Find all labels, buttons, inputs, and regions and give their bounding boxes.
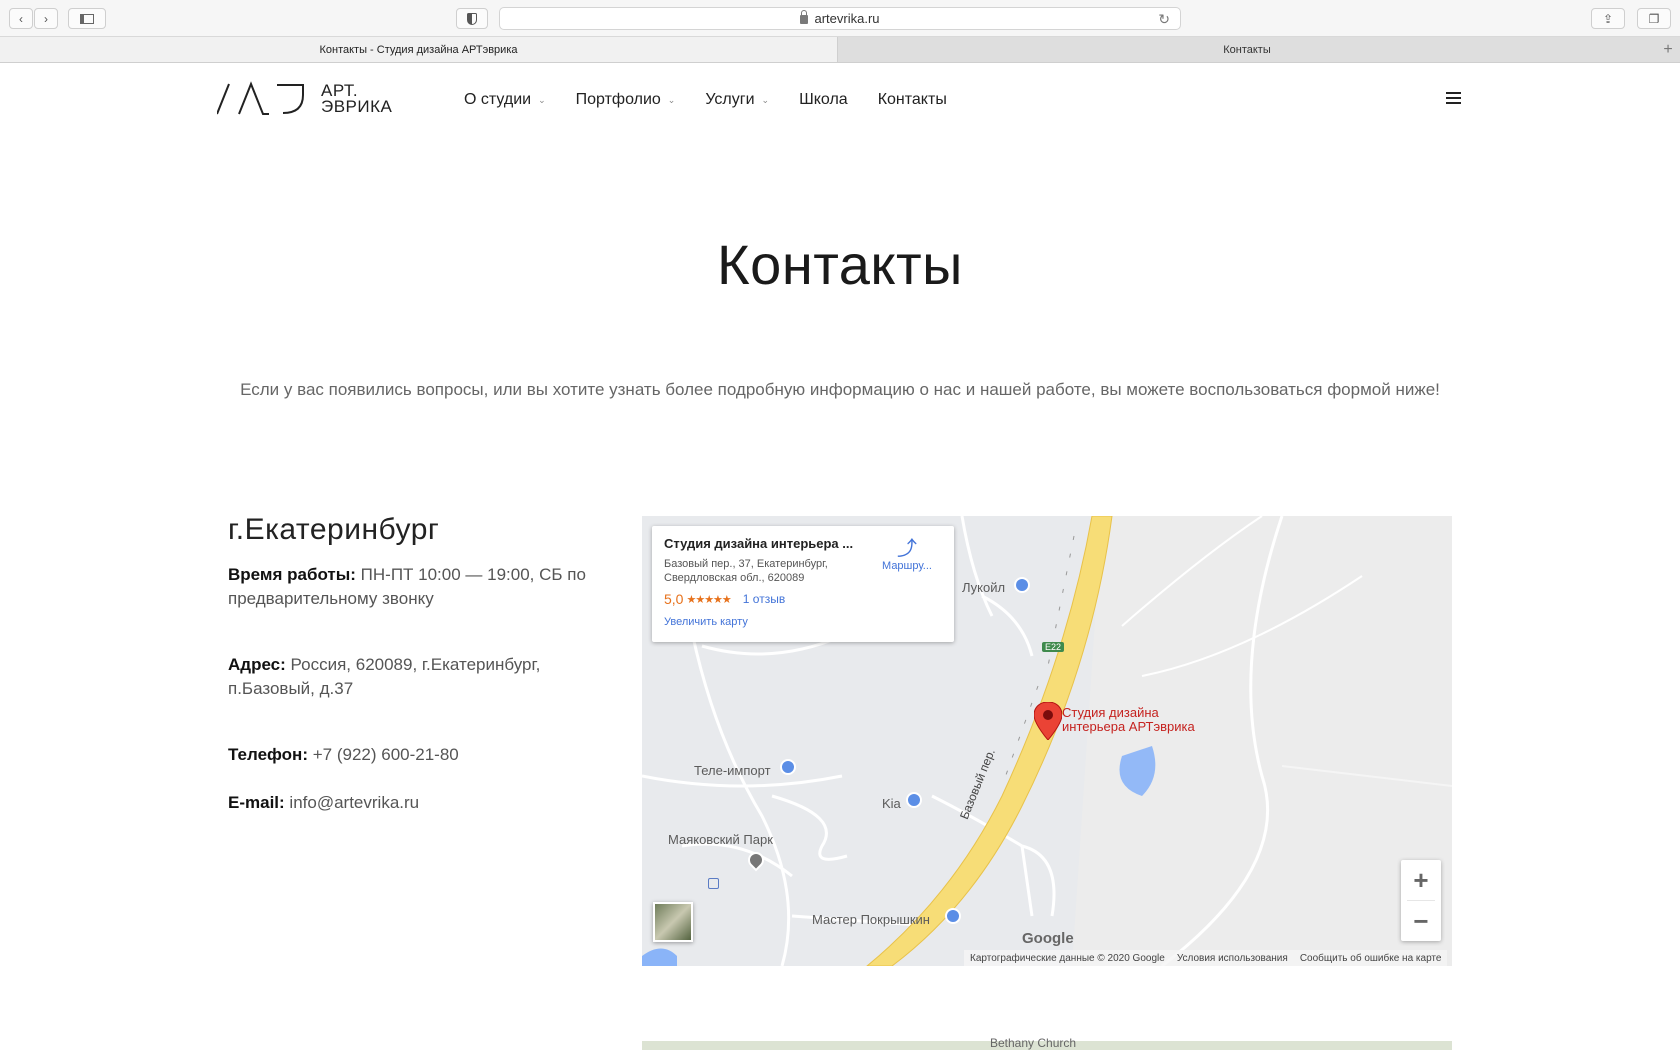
plus-icon: + [1663,40,1673,58]
map-attribution: Картографические данные © 2020 Google Ус… [964,950,1448,966]
nav-about[interactable]: О студии ⌄ [464,91,546,109]
nav-contacts[interactable]: Контакты [878,91,947,109]
google-map[interactable]: Студия дизайна интерьера ... Базовый пер… [642,516,1452,966]
sidebar-toggle-button[interactable] [68,8,106,29]
sidebar-icon [80,13,94,24]
poi-label: Теле-импорт [694,763,771,778]
enlarge-map-link[interactable]: Увеличить карту [664,616,942,628]
star-icons: ★★★★★ [686,593,731,606]
pin-label: Студия дизайна интерьера АРТэврика [1062,705,1195,734]
route-sign: E22 [1042,642,1065,652]
browser-toolbar: ‹ › artevrika.ru ↻ ⇪ ❐ [0,0,1680,37]
report-error-link[interactable]: Сообщить об ошибке на карте [1300,953,1442,964]
chevron-left-icon: ‹ [19,11,23,26]
nav-label: О студии [464,91,532,108]
city-heading: г.Екатеринбург [228,513,440,546]
shield-icon [467,12,477,25]
main-nav: О студии ⌄ Портфолио ⌄ Услуги ⌄ Школа Конта… [464,91,977,109]
directions-button[interactable]: ⤴ Маршру... [872,538,942,572]
contact-details: г.Екатеринбург Время работы: ПН-ПТ 10:00… [228,513,608,815]
nav-label: Школа [799,91,848,108]
nav-portfolio[interactable]: Портфолио ⌄ [576,91,676,109]
gas-station-icon[interactable] [1014,577,1030,593]
hamburger-menu-icon[interactable] [1446,92,1461,107]
address-bar[interactable]: artevrika.ru ↻ [499,7,1181,30]
attribution-text: Картографические данные © 2020 Google [970,952,1165,964]
tab-title: Контакты - Студия дизайна АРТэврика [319,43,518,56]
logo-line2: ЭВРИКА [321,97,393,116]
tab-bar: Контакты - Студия дизайна АРТэврика Конт… [0,37,1680,63]
place-address: Базовый пер., 37, Екатеринбург, Свердлов… [664,558,828,584]
tab-inactive[interactable]: Контакты [838,37,1656,62]
back-button[interactable]: ‹ [9,8,33,29]
tab-active[interactable]: Контакты - Студия дизайна АРТэврика [0,37,838,62]
directions-label: Маршру... [882,560,932,572]
bus-stop-icon[interactable] [708,878,719,889]
directions-icon: ⤴ [897,538,917,560]
nav-school[interactable]: Школа [799,91,848,109]
chevron-down-icon: ⌄ [538,94,546,105]
phone-label: Телефон: [228,745,308,764]
nav-services[interactable]: Услуги ⌄ [705,91,769,109]
chevron-right-icon: › [44,11,48,26]
poi-label: Маяковский Парк [668,832,773,847]
logo-text: АРТ. ЭВРИКА [321,82,393,116]
satellite-toggle[interactable] [653,902,693,942]
site-header: АРТ. ЭВРИКА О студии ⌄ Портфолио ⌄ Услуги ⌄… [0,63,1680,138]
reviews-link[interactable]: 1 отзыв [743,592,785,606]
place-rating: 5,0 ★★★★★ 1 отзыв [664,591,942,607]
logo-mark-icon [217,81,304,115]
place-info-card: Студия дизайна интерьера ... Базовый пер… [652,526,954,642]
google-logo: Google [1022,930,1074,947]
phone-value[interactable]: +7 (922) 600-21-80 [313,745,459,764]
phone: Телефон: +7 (922) 600-21-80 [228,743,608,767]
new-tab-button[interactable]: + [1656,37,1680,62]
tab-title: Контакты [1223,43,1271,56]
shopping-icon[interactable] [945,908,961,924]
reload-icon[interactable]: ↻ [1158,11,1170,28]
tabs-overview-button[interactable]: ❐ [1637,8,1671,29]
forward-button[interactable]: › [34,8,58,29]
shopping-icon[interactable] [780,759,796,775]
tabs-icon: ❐ [1648,11,1660,26]
email-label: E-mail: [228,793,285,812]
hours-label: Время работы: [228,565,356,584]
place-title: Студия дизайна интерьера ... [664,536,854,551]
share-button[interactable]: ⇪ [1591,8,1625,29]
zoom-in-button[interactable]: + [1401,860,1441,900]
terms-link[interactable]: Условия использования [1177,953,1288,964]
url-text: artevrika.ru [814,11,880,26]
share-icon: ⇪ [1602,11,1614,26]
address: Адрес: Россия, 620089, г.Екатеринбург, п… [228,653,608,701]
nav-label: Услуги [705,91,755,108]
zoom-controls: + − [1401,860,1441,941]
address-label: Адрес: [228,655,286,674]
lock-icon [800,10,809,24]
shopping-icon[interactable] [906,792,922,808]
poi-label: Лукойл [962,580,1006,595]
email-value[interactable]: info@artevrika.ru [289,793,419,812]
poi-label: Мастер Покрышкин [812,912,930,927]
nav-label: Портфолио [575,91,661,108]
email: E-mail: info@artevrika.ru [228,791,608,815]
poi-label: Kia [882,796,901,811]
intro-text: Если у вас появились вопросы, или вы хот… [240,380,1440,399]
nav-label: Контакты [877,91,947,108]
poi-label: Bethany Church [990,1036,1077,1050]
zoom-out-button[interactable]: − [1401,901,1441,941]
chevron-down-icon: ⌄ [761,94,770,105]
chevron-down-icon: ⌄ [667,94,676,105]
page-title: Контакты [717,233,963,296]
working-hours: Время работы: ПН-ПТ 10:00 — 19:00, СБ по… [228,563,608,611]
map-pin-icon[interactable] [1034,702,1062,740]
rating-score: 5,0 [664,591,684,607]
privacy-report-button[interactable] [456,8,488,29]
logo[interactable]: АРТ. ЭВРИКА [217,81,392,117]
